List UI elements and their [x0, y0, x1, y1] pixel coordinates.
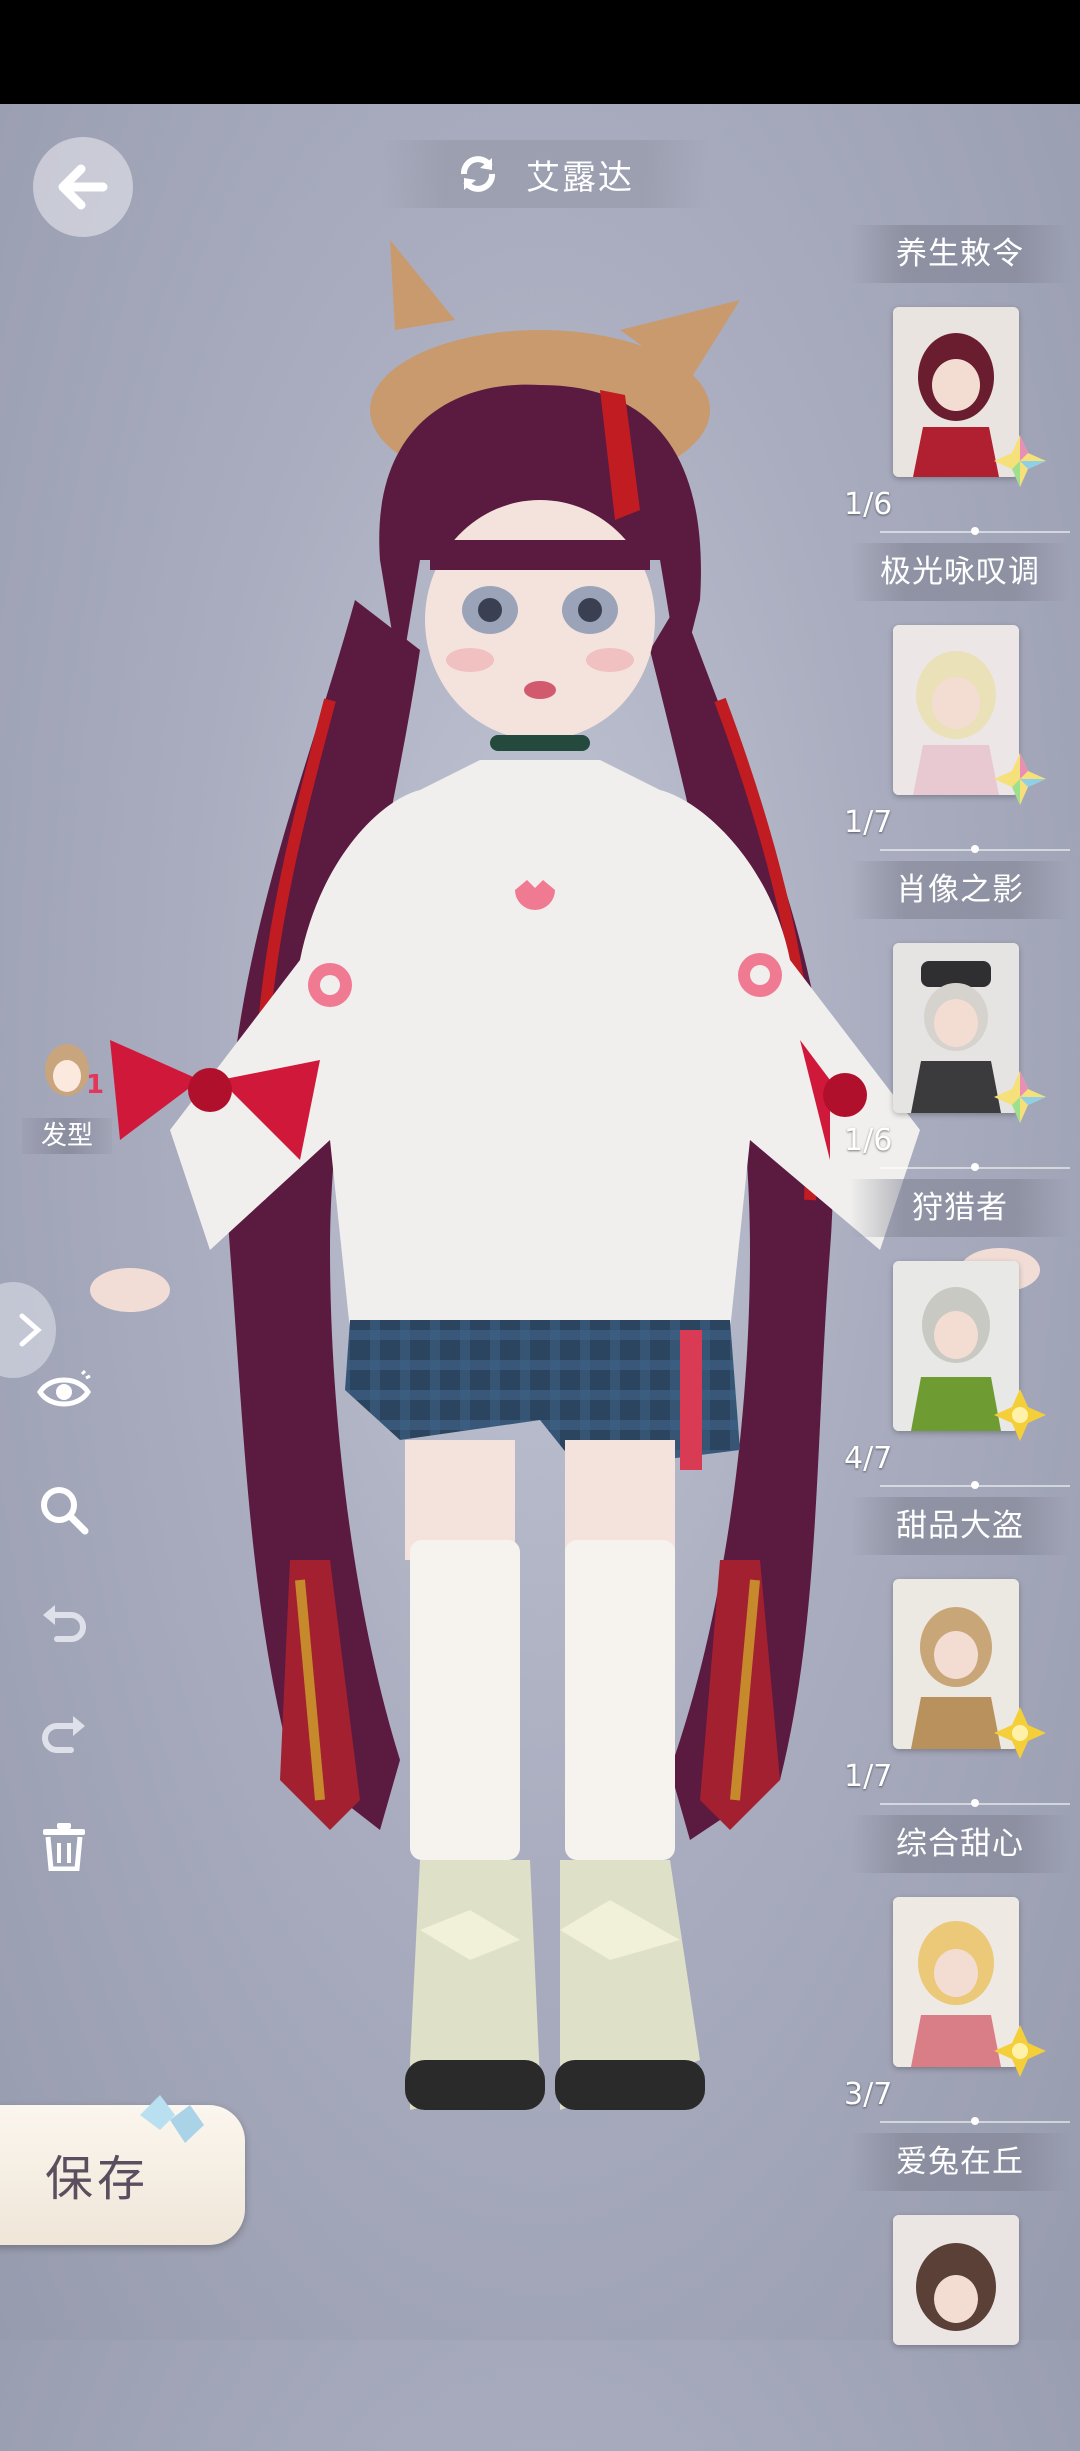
collection-title: 爱兔在丘 [850, 2133, 1070, 2191]
chevron-right-icon [19, 1313, 42, 1347]
hairstyle-badge: 1 [86, 1070, 105, 1100]
left-sock [410, 1540, 520, 1860]
collection-title: 肖像之影 [850, 861, 1070, 919]
collection-item[interactable]: 甜品大盗 1/7 [840, 1497, 1080, 1815]
toggle-visibility-button[interactable] [34, 1362, 94, 1422]
collection-progress: 1/7 [844, 1759, 893, 1794]
divider [880, 2117, 1070, 2125]
boots [405, 1860, 705, 2110]
collection-item[interactable]: 养生敕令 1/6 [840, 225, 1080, 543]
divider [880, 1481, 1070, 1489]
redo-icon [42, 1716, 85, 1753]
divider [880, 1799, 1070, 1807]
collection-item[interactable]: 狩猎者 4/7 [840, 1179, 1080, 1497]
hairstyle-label: 发型 [22, 1118, 112, 1154]
collection-item[interactable]: 肖像之影 1/6 [840, 861, 1080, 1179]
zoom-icon [41, 1487, 89, 1535]
multicolor-gem-icon [994, 435, 1046, 487]
collection-progress: 1/6 [844, 487, 893, 522]
collection-title: 甜品大盗 [850, 1497, 1070, 1555]
undo-icon [43, 1605, 86, 1642]
gold-gem-icon [994, 2025, 1046, 2077]
undo-button[interactable] [34, 1592, 94, 1652]
collection-progress: 3/7 [844, 2077, 893, 2112]
divider [880, 845, 1070, 853]
face [425, 500, 655, 740]
character-portrait [893, 2215, 1019, 2345]
right-sock [565, 1540, 675, 1860]
collection-title: 养生敕令 [850, 225, 1070, 283]
collection-title: 极光咏叹调 [850, 543, 1070, 601]
multicolor-gem-icon [994, 753, 1046, 805]
collection-title: 综合甜心 [850, 1815, 1070, 1873]
collection-title: 狩猎者 [850, 1179, 1070, 1237]
multicolor-gem-icon [994, 1071, 1046, 1123]
divider [880, 527, 1070, 535]
redo-button[interactable] [34, 1703, 94, 1763]
collection-thumbnail[interactable] [893, 2215, 1019, 2345]
collection-progress: 1/6 [844, 1123, 893, 1158]
zoom-button[interactable] [34, 1480, 94, 1540]
collection-item[interactable]: 爱兔在丘 [840, 2133, 1080, 2451]
save-button[interactable]: 保存 [0, 2095, 245, 2245]
delete-button[interactable] [34, 1816, 94, 1876]
gold-gem-icon [994, 1707, 1046, 1759]
collection-progress: 4/7 [844, 1441, 893, 1476]
divider [880, 1163, 1070, 1171]
collection-item[interactable]: 综合甜心 3/7 [840, 1815, 1080, 2133]
eye-icon [37, 1370, 91, 1407]
left-hand [90, 1268, 170, 1312]
choker [490, 735, 590, 751]
collection-item[interactable]: 极光咏叹调 1/7 [840, 543, 1080, 861]
gold-gem-icon [994, 1389, 1046, 1441]
shorts-strap [680, 1330, 702, 1470]
save-decoration-icon [140, 2095, 204, 2143]
collection-progress: 1/7 [844, 805, 893, 840]
hairstyle-button[interactable]: 1 发型 [22, 1030, 112, 1160]
trash-icon [43, 1823, 85, 1871]
